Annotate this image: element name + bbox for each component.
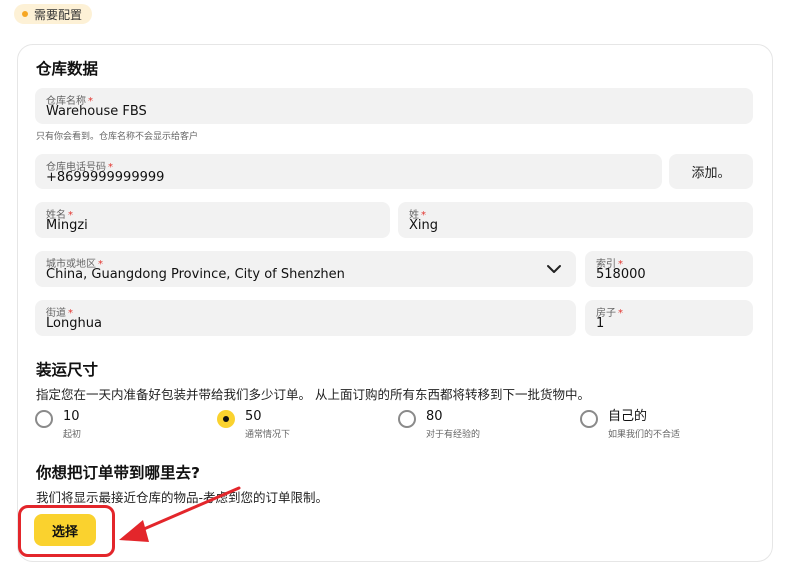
first-name-value: Mingzi — [46, 218, 88, 233]
city-select[interactable]: 城市或地区 * China, Guangdong Province, City o… — [35, 251, 576, 287]
radio-selected-icon[interactable] — [217, 410, 235, 428]
option-label: 自己的 — [608, 409, 648, 424]
warehouse-name-hint: 只有你会看到。仓库名称不会显示给客户 — [36, 132, 199, 142]
option-sub: 通常情况下 — [245, 430, 291, 440]
warehouse-section-title: 仓库数据 — [36, 60, 99, 78]
street-value: Longhua — [46, 316, 102, 331]
option-sub: 如果我们的不合适 — [608, 430, 681, 440]
last-name-value: Xing — [409, 218, 439, 233]
option-sub: 起初 — [63, 430, 82, 440]
chevron-down-icon[interactable] — [546, 264, 562, 274]
select-warehouse-button[interactable]: 选择 — [34, 514, 96, 546]
option-label: 10 — [63, 409, 80, 424]
warehouse-name-field[interactable]: 仓库名称 * Warehouse FBS — [35, 88, 753, 124]
option-sub: 对于有经验的 — [426, 430, 481, 440]
shipment-option-10[interactable]: 10 起初 — [35, 408, 81, 440]
status-badge-label: 需要配置 — [34, 7, 83, 22]
option-label: 50 — [245, 409, 262, 424]
shipment-section-title: 装运尺寸 — [36, 361, 99, 379]
house-field[interactable]: 房子 * 1 — [585, 300, 753, 336]
status-dot-icon — [22, 11, 28, 17]
postcode-field[interactable]: 索引 * 518000 — [585, 251, 753, 287]
first-name-field[interactable]: 姓名 * Mingzi — [35, 202, 390, 238]
postcode-value: 518000 — [596, 267, 646, 282]
city-value: China, Guangdong Province, City of Shenz… — [46, 267, 345, 282]
radio-unselected-icon[interactable] — [398, 410, 416, 428]
last-name-field[interactable]: 姓 * Xing — [398, 202, 753, 238]
add-phone-button[interactable]: 添加。 — [669, 154, 753, 189]
shipment-option-80[interactable]: 80 对于有经验的 — [398, 408, 480, 440]
annotation-arrow-icon — [119, 486, 241, 542]
shipment-description: 指定您在一天内准备好包装并带给我们多少订单。 从上面订购的所有东西都将转移到下一… — [36, 387, 590, 402]
warehouse-name-value: Warehouse FBS — [46, 104, 147, 119]
option-label: 80 — [426, 409, 443, 424]
phone-value: +8699999999999 — [46, 170, 165, 185]
phone-field[interactable]: 仓库电话号码 * +8699999999999 — [35, 154, 662, 189]
radio-unselected-icon[interactable] — [35, 410, 53, 428]
status-badge: 需要配置 — [14, 4, 93, 24]
street-field[interactable]: 街道 * Longhua — [35, 300, 576, 336]
shipment-option-50[interactable]: 50 通常情况下 — [217, 408, 290, 440]
shipment-option-custom[interactable]: 自己的 如果我们的不合适 — [580, 408, 680, 440]
house-value: 1 — [596, 316, 605, 331]
radio-unselected-icon[interactable] — [580, 410, 598, 428]
